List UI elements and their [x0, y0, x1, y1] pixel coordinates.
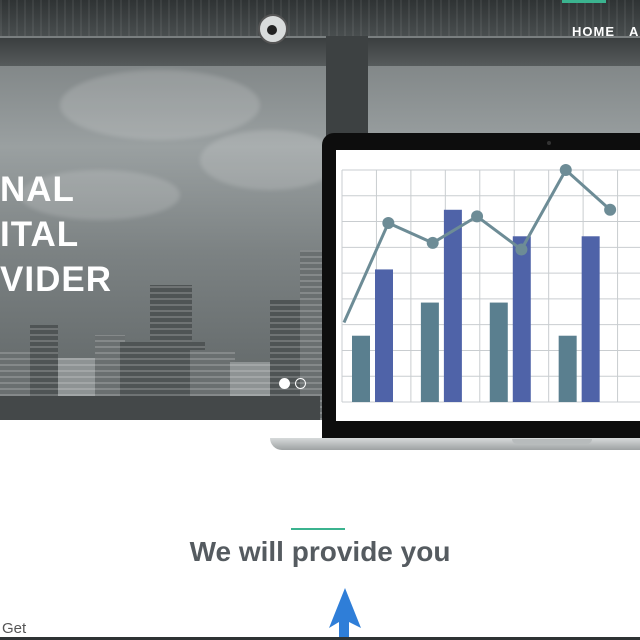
- chart-point: [604, 203, 617, 216]
- main-nav: HOME A: [572, 24, 639, 39]
- chart-bar: [581, 236, 600, 402]
- chart-point: [559, 164, 572, 176]
- slider-dot-2[interactable]: [295, 378, 306, 389]
- slider-dots: [279, 378, 306, 389]
- hero-title-line-2: ITAL: [0, 215, 80, 254]
- chart-bar: [352, 335, 370, 402]
- section-left-text: Get: [2, 620, 27, 637]
- chart-bar: [420, 302, 439, 402]
- chart-point: [426, 236, 439, 249]
- nav-about[interactable]: A: [629, 24, 639, 39]
- chart-point: [471, 210, 484, 223]
- cloud: [60, 70, 260, 140]
- laptop-notch: [512, 439, 592, 444]
- chart: [341, 164, 640, 403]
- section-heading: We will provide you: [189, 536, 451, 567]
- slider-dot-1[interactable]: [279, 378, 290, 389]
- window-pillar: [326, 36, 368, 146]
- section-divider: [291, 528, 345, 530]
- chart-bar: [443, 209, 462, 402]
- laptop-image: [270, 133, 640, 450]
- balcony-rail: [0, 396, 320, 420]
- hero-title-line-3: VIDER: [0, 260, 112, 299]
- laptop-screen: [336, 150, 640, 421]
- cloud: [200, 130, 340, 190]
- chart-point: [515, 243, 528, 256]
- ceiling: [0, 0, 640, 36]
- nav-home[interactable]: HOME: [572, 24, 615, 39]
- chart-point: [382, 217, 395, 230]
- window-rail: [0, 38, 640, 66]
- security-camera-icon: [258, 14, 288, 44]
- chart-bar: [489, 302, 508, 402]
- chart-bar: [375, 269, 393, 402]
- chart-bar: [512, 236, 531, 402]
- up-arrow-icon: [329, 588, 361, 640]
- laptop-screen-bezel: [322, 133, 640, 439]
- nav-active-indicator: [562, 0, 606, 3]
- hero-title-line-1: NAL: [0, 170, 75, 209]
- laptop-camera-icon: [547, 141, 551, 145]
- chart-bar: [558, 335, 577, 402]
